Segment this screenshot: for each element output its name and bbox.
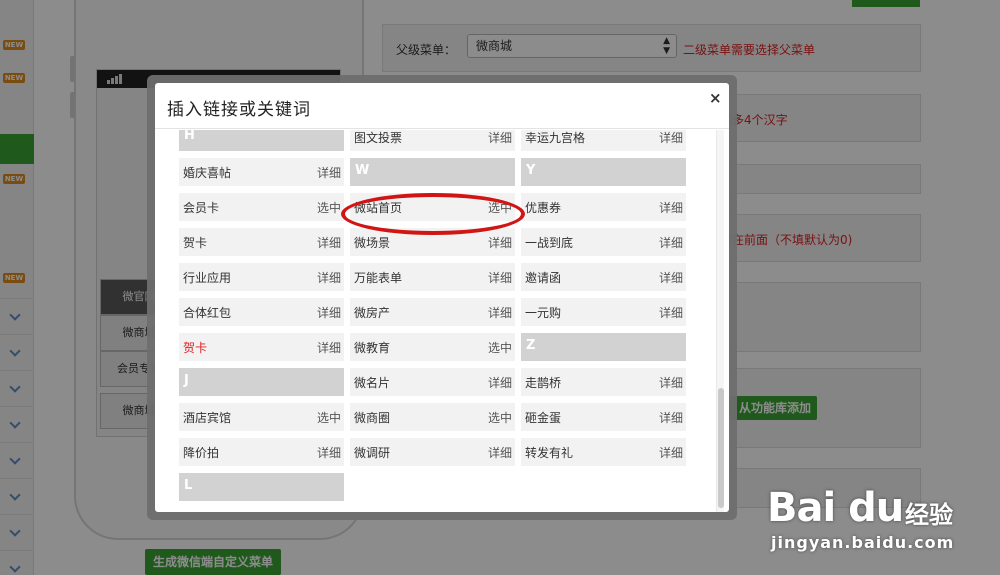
link-name: 一战到底 bbox=[525, 236, 574, 250]
link-name: 砸金蛋 bbox=[525, 411, 562, 425]
link-row: 微场景 详细 bbox=[350, 228, 515, 256]
letter-header-label: Z bbox=[526, 338, 536, 353]
link-row: 万能表单 详细 bbox=[350, 263, 515, 291]
select-link[interactable]: 选中 bbox=[488, 199, 512, 216]
letter-header: J bbox=[179, 368, 344, 396]
link-row: 酒店宾馆 选中 bbox=[179, 403, 344, 431]
letter-header: H bbox=[179, 130, 344, 151]
link-name: 邀请函 bbox=[525, 271, 562, 285]
watermark: Bai du 经验 jingyan.baidu.com bbox=[765, 467, 1000, 575]
select-link[interactable]: 选中 bbox=[488, 409, 512, 426]
details-link[interactable]: 详细 bbox=[659, 304, 683, 321]
letter-header-label: W bbox=[355, 163, 370, 178]
details-link[interactable]: 详细 bbox=[659, 199, 683, 216]
link-row: 邀请函 详细 bbox=[521, 263, 686, 291]
link-name: 合体红包 bbox=[183, 306, 232, 320]
link-row: 合体红包 详细 bbox=[179, 298, 344, 326]
details-link[interactable]: 详细 bbox=[488, 444, 512, 461]
letter-header: Z bbox=[521, 333, 686, 361]
link-name: 走鹊桥 bbox=[525, 376, 562, 390]
link-row: 幸运九宫格 详细 bbox=[521, 130, 686, 151]
details-link[interactable]: 详细 bbox=[659, 374, 683, 391]
link-name: 微场景 bbox=[354, 236, 391, 250]
modal-header: 插入链接或关键词 × bbox=[155, 83, 729, 129]
details-link[interactable]: 详细 bbox=[659, 234, 683, 251]
link-name: 会员卡 bbox=[183, 201, 220, 215]
watermark-text: 经验 bbox=[905, 501, 953, 529]
link-row: 图文投票 详细 bbox=[350, 130, 515, 151]
details-link[interactable]: 详细 bbox=[317, 444, 341, 461]
details-link[interactable]: 详细 bbox=[317, 304, 341, 321]
link-row: 走鹊桥 详细 bbox=[521, 368, 686, 396]
link-row: 优惠券 详细 bbox=[521, 193, 686, 221]
link-row: 微房产 详细 bbox=[350, 298, 515, 326]
details-link[interactable]: 详细 bbox=[488, 130, 512, 146]
link-name: 微调研 bbox=[354, 446, 391, 460]
link-name: 幸运九宫格 bbox=[525, 131, 586, 145]
link-row: 微教育 选中 bbox=[350, 333, 515, 361]
link-name: 微教育 bbox=[354, 341, 391, 355]
link-name: 微商圈 bbox=[354, 411, 391, 425]
details-link[interactable]: 详细 bbox=[659, 130, 683, 146]
link-row: 微名片 详细 bbox=[350, 368, 515, 396]
select-link[interactable]: 选中 bbox=[317, 409, 341, 426]
link-row: 微商圈 选中 bbox=[350, 403, 515, 431]
baidu-logo: Bai du bbox=[767, 485, 904, 531]
link-row: 行业应用 详细 bbox=[179, 263, 344, 291]
link-row: 婚庆喜帖 详细 bbox=[179, 158, 344, 186]
link-row: 一战到底 详细 bbox=[521, 228, 686, 256]
details-link[interactable]: 详细 bbox=[317, 234, 341, 251]
link-name: 降价拍 bbox=[183, 446, 220, 460]
details-link[interactable]: 详细 bbox=[488, 234, 512, 251]
details-link[interactable]: 详细 bbox=[488, 269, 512, 286]
modal-title: 插入链接或关键词 bbox=[167, 100, 311, 120]
link-row: 一元购 详细 bbox=[521, 298, 686, 326]
insert-link-dialog: 插入链接或关键词 × H 婚庆喜帖 详细 会员卡 选中 贺卡 详细 行业应用 详细 合体红包 详细贺… bbox=[155, 83, 729, 512]
select-link[interactable]: 选中 bbox=[317, 199, 341, 216]
details-link[interactable]: 详细 bbox=[488, 304, 512, 321]
details-link[interactable]: 详细 bbox=[317, 269, 341, 286]
link-name: 微名片 bbox=[354, 376, 391, 390]
link-name: 酒店宾馆 bbox=[183, 411, 232, 425]
letter-header-label: H bbox=[184, 130, 195, 143]
link-name: 微站首页 bbox=[354, 201, 403, 215]
link-row: 转发有礼 详细 bbox=[521, 438, 686, 466]
scrollbar[interactable] bbox=[716, 130, 724, 512]
details-link[interactable]: 详细 bbox=[659, 409, 683, 426]
close-icon[interactable]: × bbox=[709, 90, 722, 106]
link-row: 降价拍 详细 bbox=[179, 438, 344, 466]
letter-header: L bbox=[179, 473, 344, 501]
details-link[interactable]: 详细 bbox=[488, 374, 512, 391]
link-row: 贺卡 详细 bbox=[179, 333, 344, 361]
letter-header-label: J bbox=[184, 373, 189, 388]
watermark-url: jingyan.baidu.com bbox=[771, 533, 955, 552]
link-name: 图文投票 bbox=[354, 131, 403, 145]
details-link[interactable]: 详细 bbox=[317, 164, 341, 181]
link-row: 微站首页 选中 bbox=[350, 193, 515, 221]
link-name: 一元购 bbox=[525, 306, 562, 320]
link-name: 优惠券 bbox=[525, 201, 562, 215]
link-list: H 婚庆喜帖 详细 会员卡 选中 贺卡 详细 行业应用 详细 合体红包 详细 贺卡 详细 J 酒店宾馆 选中降… bbox=[155, 130, 729, 512]
link-name: 万能表单 bbox=[354, 271, 403, 285]
details-link[interactable]: 详细 bbox=[659, 269, 683, 286]
scrollbar-thumb[interactable] bbox=[718, 388, 724, 508]
letter-header-label: Y bbox=[526, 163, 536, 178]
details-link[interactable]: 详细 bbox=[659, 444, 683, 461]
link-name: 贺卡 bbox=[183, 341, 208, 355]
details-link[interactable]: 详细 bbox=[317, 339, 341, 356]
link-name: 转发有礼 bbox=[525, 446, 574, 460]
link-row: 贺卡 详细 bbox=[179, 228, 344, 256]
link-name: 贺卡 bbox=[183, 236, 208, 250]
link-row: 砸金蛋 详细 bbox=[521, 403, 686, 431]
link-row: 会员卡 选中 bbox=[179, 193, 344, 221]
link-name: 行业应用 bbox=[183, 271, 232, 285]
letter-header: Y bbox=[521, 158, 686, 186]
link-name: 微房产 bbox=[354, 306, 391, 320]
letter-header: W bbox=[350, 158, 515, 186]
letter-header-label: L bbox=[184, 478, 193, 493]
link-name: 婚庆喜帖 bbox=[183, 166, 232, 180]
link-row: 微调研 详细 bbox=[350, 438, 515, 466]
select-link[interactable]: 选中 bbox=[488, 339, 512, 356]
